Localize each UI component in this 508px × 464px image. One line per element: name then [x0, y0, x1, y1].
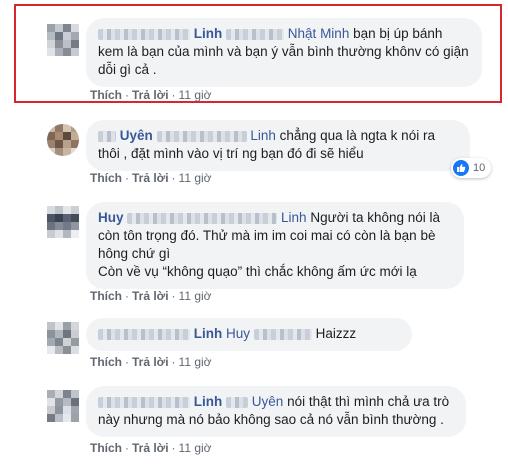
redacted-name — [156, 130, 247, 142]
separator: · — [171, 355, 176, 369]
like-link[interactable]: Thích — [90, 441, 122, 455]
comment-actions: Thích · Trả lời · 11 giờ — [90, 171, 212, 185]
redacted-name — [226, 396, 249, 408]
like-link[interactable]: Thích — [90, 171, 122, 185]
comment-time[interactable]: 11 giờ — [179, 171, 212, 185]
separator: · — [171, 289, 176, 303]
comment-actions: Thích · Trả lời · 11 giờ — [90, 88, 212, 102]
reply-link[interactable]: Trả lời — [132, 289, 169, 303]
comment-bubble: Huy Linh Người ta không nói là còn tôn t… — [86, 202, 464, 289]
comment-tag[interactable]: Linh — [250, 128, 276, 143]
comment-author[interactable]: Uyên — [120, 128, 153, 143]
like-link[interactable]: Thích — [90, 88, 122, 102]
avatar[interactable] — [47, 124, 79, 156]
redacted-name — [98, 328, 190, 340]
reply-link[interactable]: Trả lời — [132, 88, 169, 102]
comment-time[interactable]: 11 giờ — [179, 88, 212, 102]
comment-text-line2: Còn về vụ “không quạo” thì chắc không ấm… — [98, 264, 417, 279]
comment-text: Haizzz — [311, 326, 357, 341]
comment-time[interactable]: 11 giờ — [179, 355, 212, 369]
reaction-number: 10 — [473, 162, 486, 174]
comment-author[interactable]: Linh — [194, 26, 223, 41]
comment-tag[interactable]: Huy — [226, 326, 250, 341]
comment-tag[interactable]: Nhật Minh — [288, 26, 350, 41]
separator: · — [125, 441, 129, 455]
avatar[interactable] — [47, 322, 79, 354]
reaction-count[interactable]: 10 — [451, 158, 492, 178]
redacted-name — [127, 212, 278, 224]
comment-actions: Thích · Trả lời · 11 giờ — [90, 441, 212, 455]
comment-actions: Thích · Trả lời · 11 giờ — [90, 355, 212, 369]
avatar[interactable] — [47, 206, 79, 238]
separator: · — [171, 171, 176, 185]
comment-bubble: Linh Huy Haizzz — [86, 318, 412, 351]
like-link[interactable]: Thích — [90, 289, 122, 303]
separator: · — [125, 355, 129, 369]
comment-actions: Thích · Trả lời · 11 giờ — [90, 289, 212, 303]
separator: · — [125, 88, 129, 102]
comment-author[interactable]: Huy — [98, 210, 124, 225]
comment-bubble: Linh Uyên nói thật thì mình chả ưa trò n… — [86, 386, 466, 437]
comment-bubble: Uyên Linh chẳng qua là ngta k nói ra thô… — [86, 120, 470, 171]
redacted-name — [98, 130, 116, 142]
separator: · — [171, 88, 176, 102]
comment-author[interactable]: Linh — [194, 326, 223, 341]
redacted-name — [98, 396, 190, 408]
like-icon — [453, 160, 469, 176]
separator: · — [125, 289, 129, 303]
separator: · — [125, 171, 129, 185]
avatar[interactable] — [47, 24, 79, 56]
comment-bubble: Linh Nhật Minh bạn bị úp bánh kem là bạn… — [86, 18, 482, 87]
comment-tag[interactable]: Uyên — [252, 394, 284, 409]
redacted-name — [98, 28, 190, 40]
redacted-name — [253, 328, 312, 340]
comment-time[interactable]: 11 giờ — [179, 289, 212, 303]
avatar[interactable] — [47, 390, 79, 422]
reply-link[interactable]: Trả lời — [132, 441, 169, 455]
comment-author[interactable]: Linh — [194, 394, 223, 409]
comment-time[interactable]: 11 giờ — [179, 441, 212, 455]
redacted-name — [226, 28, 285, 40]
separator: · — [171, 441, 176, 455]
comment-tag[interactable]: Linh — [281, 210, 307, 225]
reply-link[interactable]: Trả lời — [132, 355, 169, 369]
reply-link[interactable]: Trả lời — [132, 171, 169, 185]
like-link[interactable]: Thích — [90, 355, 122, 369]
